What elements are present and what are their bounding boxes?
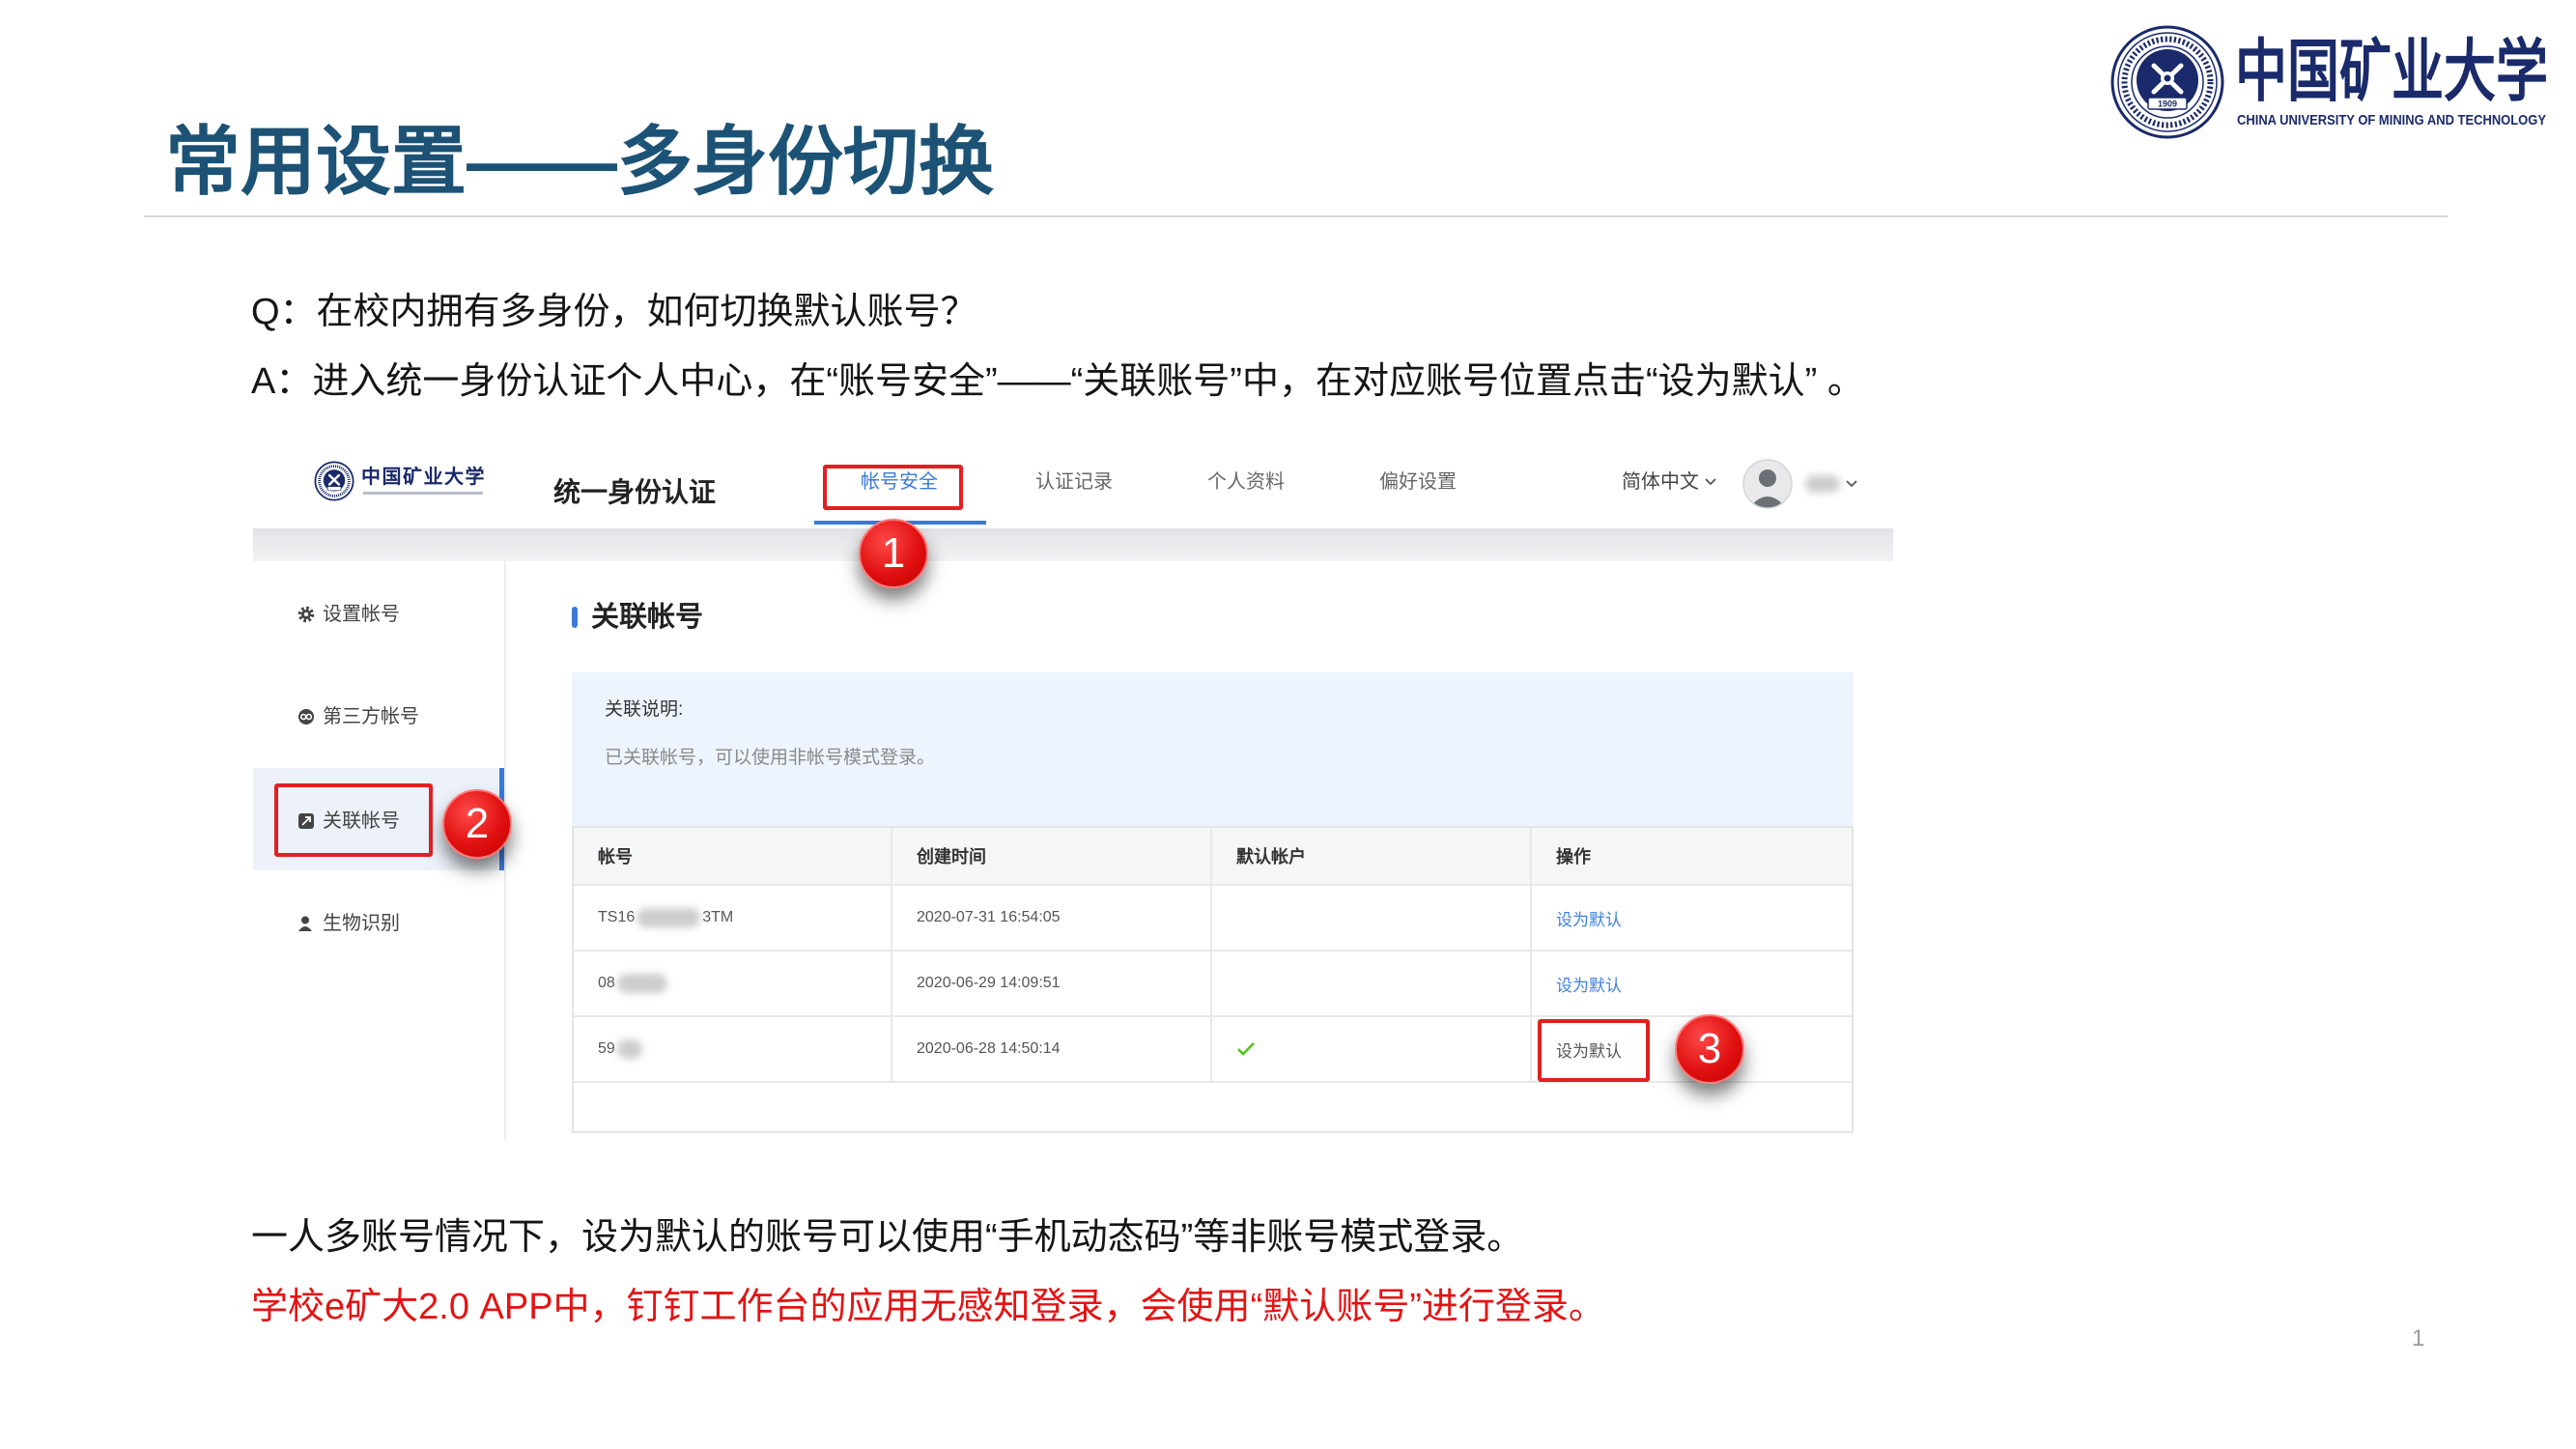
- redacted-blur: [637, 908, 701, 927]
- heading-accent-bar: [572, 607, 578, 628]
- default-cell: [1212, 952, 1532, 1017]
- sidebar-item-biometrics[interactable]: 生物识别: [297, 911, 400, 936]
- set-default-link[interactable]: 设为默认: [1556, 906, 1622, 930]
- user-icon: [298, 916, 312, 931]
- default-cell: [1212, 886, 1532, 952]
- account-prefix: 59: [598, 1040, 615, 1057]
- header-shadow-band: [253, 528, 1893, 561]
- university-emblem-icon: [314, 461, 354, 501]
- emblem-year: 1909: [2158, 99, 2177, 109]
- created-time-cell: 2020-07-31 16:54:05: [892, 886, 1212, 952]
- created-time-cell: 2020-06-29 14:09:51: [892, 952, 1212, 1017]
- column-header: 创建时间: [892, 828, 1212, 886]
- sidebar-item-label: 生物识别: [323, 913, 400, 934]
- column-header: 操作: [1532, 828, 1852, 886]
- table-empty-space: [574, 1083, 1852, 1131]
- callout-badge-2: 2: [442, 789, 512, 859]
- highlight-box-tab: [823, 465, 963, 510]
- account-prefix: 08: [598, 975, 615, 991]
- tab-auth-records[interactable]: 认证记录: [1035, 470, 1113, 494]
- third-party-icon: [298, 709, 314, 724]
- account-cell: TS16 3TM: [574, 886, 892, 952]
- tab-preferences[interactable]: 偏好设置: [1379, 470, 1457, 494]
- user-avatar-icon[interactable]: [1742, 459, 1793, 509]
- section-heading: 关联帐号: [591, 602, 704, 633]
- question-text: Q：在校内拥有多身份，如何切换默认账号？: [251, 292, 977, 332]
- column-header: 默认帐户: [1212, 828, 1532, 886]
- callout-badge-1: 1: [859, 519, 928, 588]
- account-cell: 59: [574, 1017, 892, 1083]
- redacted-blur: [616, 974, 667, 993]
- chevron-down-icon: [1705, 478, 1716, 486]
- logo-name-cn: 中国矿业大学: [2235, 30, 2548, 111]
- callout-badge-3: 3: [1675, 1014, 1744, 1084]
- account-cell: 08: [574, 952, 892, 1017]
- logo-name-en-text: CHINA UNIVERSITY OF MINING AND TECHNOLOG…: [2237, 112, 2546, 128]
- language-selector[interactable]: 简体中文: [1622, 470, 1717, 494]
- chevron-down-icon[interactable]: [1845, 479, 1858, 489]
- sidebar-item-label: 第三方帐号: [323, 706, 419, 727]
- sidebar-item-third-party[interactable]: 第三方帐号: [297, 704, 419, 729]
- info-panel: 关联说明: 已关联帐号，可以使用非帐号模式登录。: [572, 672, 1854, 826]
- redacted-blur: [616, 1039, 642, 1059]
- sidebar-item-account-settings[interactable]: 设置帐号: [297, 602, 400, 627]
- column-header: 帐号: [574, 828, 892, 886]
- university-emblem-icon: 1909: [2110, 25, 2224, 139]
- gear-icon: [297, 606, 315, 623]
- info-title: 关联说明:: [605, 699, 684, 720]
- answer-text: A：进入统一身份认证个人中心，在“账号安全”——“关联账号”中，在对应账号位置点…: [251, 361, 1864, 402]
- page-number: 1: [2412, 1325, 2425, 1351]
- highlight-box-sidebar: [274, 783, 433, 857]
- action-cell: 设为默认: [1532, 952, 1852, 1017]
- app-title: 统一身份认证: [553, 477, 717, 507]
- default-cell: [1212, 1017, 1532, 1083]
- slide-title: 常用设置——多身份切换: [165, 119, 995, 204]
- embedded-screenshot: 中国矿业大学 统一身份认证 帐号安全 认证记录 个人资料 偏好设置 简体中文 设…: [253, 446, 1893, 1140]
- highlight-box-action: [1538, 1019, 1650, 1082]
- account-prefix: TS16: [598, 909, 636, 925]
- tab-profile[interactable]: 个人资料: [1207, 470, 1285, 494]
- header-logo-subtitle: [363, 492, 483, 495]
- title-divider: [144, 215, 2448, 217]
- info-text: 已关联帐号，可以使用非帐号模式登录。: [605, 748, 936, 768]
- linked-accounts-table: 帐号 创建时间 默认帐户 操作 TS16 3TM 2020-07-31 16:5…: [572, 826, 1854, 1133]
- set-default-link[interactable]: 设为默认: [1556, 972, 1622, 996]
- language-label: 简体中文: [1622, 471, 1699, 493]
- redacted-username: [1805, 475, 1840, 493]
- created-time-cell: 2020-06-28 14:50:14: [892, 1017, 1212, 1083]
- sidebar-divider: [504, 561, 506, 1140]
- note-text: 一人多账号情况下，设为默认的账号可以使用“手机动态码”等非账号模式登录。: [251, 1217, 1524, 1258]
- sidebar-item-label: 设置帐号: [323, 604, 400, 625]
- slide: 常用设置——多身份切换 1909 中国矿业大学 CHINA UNIVERSITY…: [0, 0, 2576, 1449]
- check-icon: [1237, 1042, 1255, 1056]
- account-suffix: 3TM: [702, 909, 734, 925]
- logo-name-en: CHINA UNIVERSITY OF MINING AND TECHNOLOG…: [2237, 112, 2546, 128]
- action-cell: 设为默认: [1532, 886, 1852, 952]
- note-red-text: 学校e矿大2.0 APP中，钉钉工作台的应用无感知登录，会使用“默认账号”进行登…: [251, 1287, 1605, 1327]
- header-logo-text: 中国矿业大学: [361, 465, 486, 488]
